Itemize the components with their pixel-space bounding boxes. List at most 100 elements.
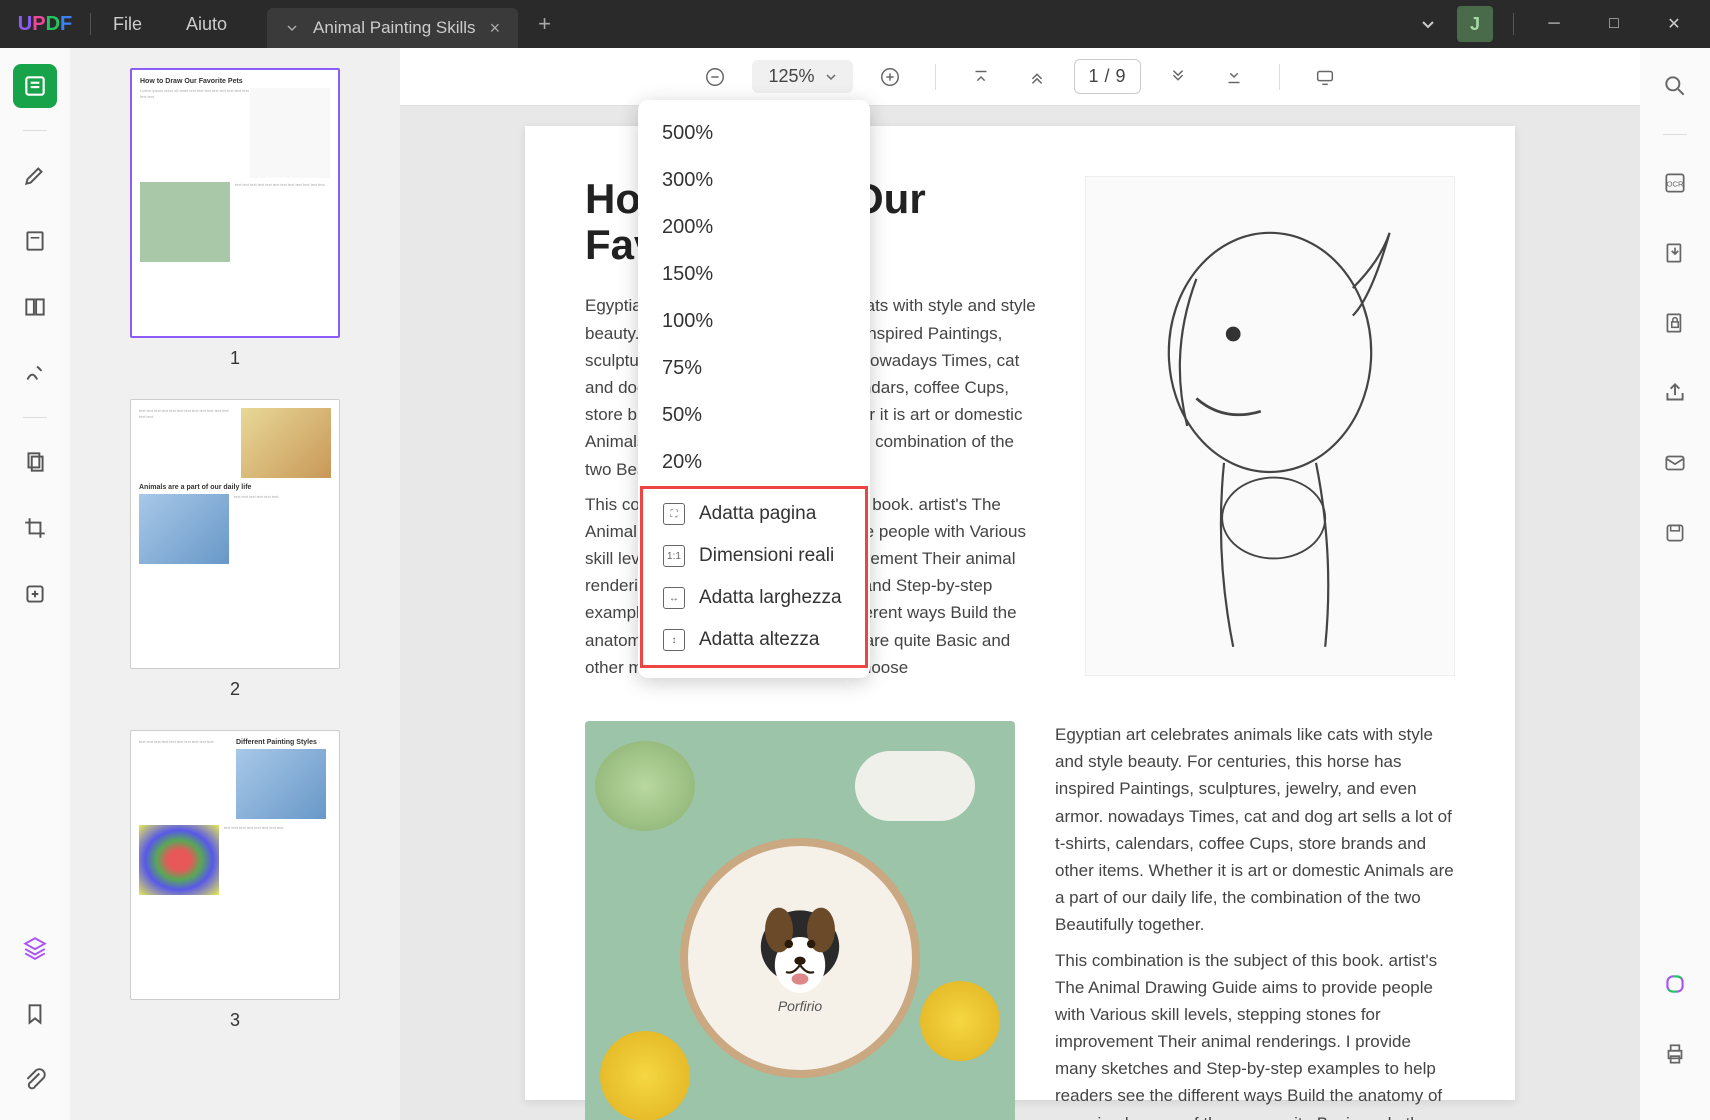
document-paragraph: Egyptian art celebrates animals like cat… <box>1055 721 1455 939</box>
tab-title: Animal Painting Skills <box>313 18 476 38</box>
bookmark-button[interactable] <box>13 992 57 1036</box>
compress-tool-button[interactable] <box>13 572 57 616</box>
edit-tool-button[interactable] <box>13 219 57 263</box>
divider <box>1279 64 1280 90</box>
menu-file[interactable]: File <box>91 14 164 35</box>
zoom-fit-label: Adatta larghezza <box>699 587 842 609</box>
zoom-option-150[interactable]: 150% <box>638 251 870 298</box>
zoom-option-20[interactable]: 20% <box>638 439 870 486</box>
window-minimize-button[interactable]: ─ <box>1534 4 1574 44</box>
fit-height-icon: ↕ <box>663 629 685 651</box>
document-tab[interactable]: Animal Painting Skills × <box>267 8 518 48</box>
titlebar: UPDF File Aiuto Animal Painting Skills ×… <box>0 0 1710 48</box>
zoom-level-value: 125% <box>768 66 814 87</box>
zoom-fit-label: Adatta altezza <box>699 629 819 651</box>
dog-sketch-image <box>1085 176 1455 676</box>
layers-button[interactable] <box>13 926 57 970</box>
menu-help[interactable]: Aiuto <box>164 14 249 35</box>
thumbnail-number: 2 <box>130 679 340 700</box>
print-button[interactable] <box>1653 1032 1697 1076</box>
window-close-button[interactable]: ✕ <box>1654 4 1694 44</box>
zoom-dropdown-menu: 500% 300% 200% 150% 100% 75% 50% 20% ⛶ Ad… <box>638 100 870 678</box>
zoom-fit-height[interactable]: ↕ Adatta altezza <box>643 619 865 661</box>
window-maximize-button[interactable]: □ <box>1594 4 1634 44</box>
save-button[interactable] <box>1653 511 1697 555</box>
embroidery-hoop: Porfirio <box>680 838 920 1078</box>
page-current: 1 <box>1089 66 1099 87</box>
share-button[interactable] <box>1653 371 1697 415</box>
zoom-fit-width[interactable]: ↔ Adatta larghezza <box>643 577 865 619</box>
fit-width-icon: ↔ <box>663 587 685 609</box>
thumbnail-number: 1 <box>130 348 340 369</box>
crop-tool-button[interactable] <box>13 506 57 550</box>
email-button[interactable] <box>1653 441 1697 485</box>
document-viewer: 125% 1 / 9 How to Draw OurFavorite Pets <box>400 48 1640 1120</box>
chevron-down-icon[interactable] <box>1419 15 1437 33</box>
attachment-button[interactable] <box>13 1058 57 1102</box>
zoom-level-dropdown[interactable]: 125% <box>752 60 852 93</box>
organize-pages-button[interactable] <box>13 285 57 329</box>
thumbnail-1[interactable]: How to Draw Our Favorite Pets Lorem ipsu… <box>130 68 340 369</box>
app-logo: UPDF <box>0 13 90 36</box>
zoom-option-500[interactable]: 500% <box>638 110 870 157</box>
tab-dropdown-icon <box>285 21 299 35</box>
zoom-option-200[interactable]: 200% <box>638 204 870 251</box>
page-separator: / <box>1105 66 1110 87</box>
tab-add-button[interactable]: + <box>538 11 551 37</box>
reader-mode-button[interactable] <box>13 64 57 108</box>
page-indicator[interactable]: 1 / 9 <box>1074 59 1141 94</box>
zoom-out-button[interactable] <box>696 58 734 96</box>
actual-size-icon: 1:1 <box>663 545 685 567</box>
batch-tool-button[interactable] <box>13 440 57 484</box>
zoom-fit-label: Dimensioni reali <box>699 545 834 567</box>
embroidery-image: Porfirio <box>585 721 1015 1120</box>
zoom-in-button[interactable] <box>871 58 909 96</box>
ocr-button[interactable]: OCR <box>1653 161 1697 205</box>
thumbnail-3[interactable]: text text text text text text text text … <box>130 730 340 1031</box>
fill-sign-button[interactable] <box>13 351 57 395</box>
zoom-actual-size[interactable]: 1:1 Dimensioni reali <box>643 535 865 577</box>
thumbnails-panel[interactable]: How to Draw Our Favorite Pets Lorem ipsu… <box>70 48 400 1120</box>
zoom-fit-page[interactable]: ⛶ Adatta pagina <box>643 493 865 535</box>
ai-button[interactable] <box>1653 962 1697 1006</box>
tab-close-button[interactable]: × <box>490 18 501 39</box>
document-toolbar: 125% 1 / 9 <box>400 48 1640 106</box>
zoom-option-50[interactable]: 50% <box>638 392 870 439</box>
thumbnail-2[interactable]: text text text text text text text text … <box>130 399 340 700</box>
document-scroll-area[interactable]: How to Draw OurFavorite Pets Egyptian ar… <box>400 106 1640 1120</box>
thumbnail-image: text text text text text text text text … <box>130 730 340 1000</box>
divider <box>935 64 936 90</box>
presentation-button[interactable] <box>1306 58 1344 96</box>
divider <box>23 417 47 418</box>
dog-illustration-icon <box>1086 177 1454 675</box>
left-tool-rail <box>0 48 70 1120</box>
annotate-tool-button[interactable] <box>13 153 57 197</box>
divider <box>1663 134 1687 135</box>
dog-face-icon: Porfirio <box>730 888 870 1028</box>
divider <box>1513 13 1514 35</box>
page-total: 9 <box>1116 66 1126 87</box>
thumbnail-image: How to Draw Our Favorite Pets Lorem ipsu… <box>130 68 340 338</box>
zoom-fit-label: Adatta pagina <box>699 503 816 525</box>
next-page-button[interactable] <box>1159 58 1197 96</box>
prev-page-button[interactable] <box>1018 58 1056 96</box>
thumbnail-image: text text text text text text text text … <box>130 399 340 669</box>
convert-button[interactable] <box>1653 231 1697 275</box>
svg-text:OCR: OCR <box>1667 179 1684 188</box>
zoom-option-300[interactable]: 300% <box>638 157 870 204</box>
first-page-button[interactable] <box>962 58 1000 96</box>
user-avatar[interactable]: J <box>1457 6 1493 42</box>
divider <box>23 130 47 131</box>
document-paragraph: This combination is the subject of this … <box>1055 947 1455 1120</box>
last-page-button[interactable] <box>1215 58 1253 96</box>
right-tool-rail: OCR <box>1640 48 1710 1120</box>
zoom-fit-group-highlight: ⛶ Adatta pagina 1:1 Dimensioni reali ↔ Adat… <box>640 486 868 668</box>
fit-page-icon: ⛶ <box>663 503 685 525</box>
zoom-option-100[interactable]: 100% <box>638 298 870 345</box>
svg-text:Porfirio: Porfirio <box>778 998 823 1014</box>
zoom-option-75[interactable]: 75% <box>638 345 870 392</box>
protect-button[interactable] <box>1653 301 1697 345</box>
chevron-down-icon <box>825 71 837 83</box>
search-button[interactable] <box>1653 64 1697 108</box>
thumbnail-number: 3 <box>130 1010 340 1031</box>
